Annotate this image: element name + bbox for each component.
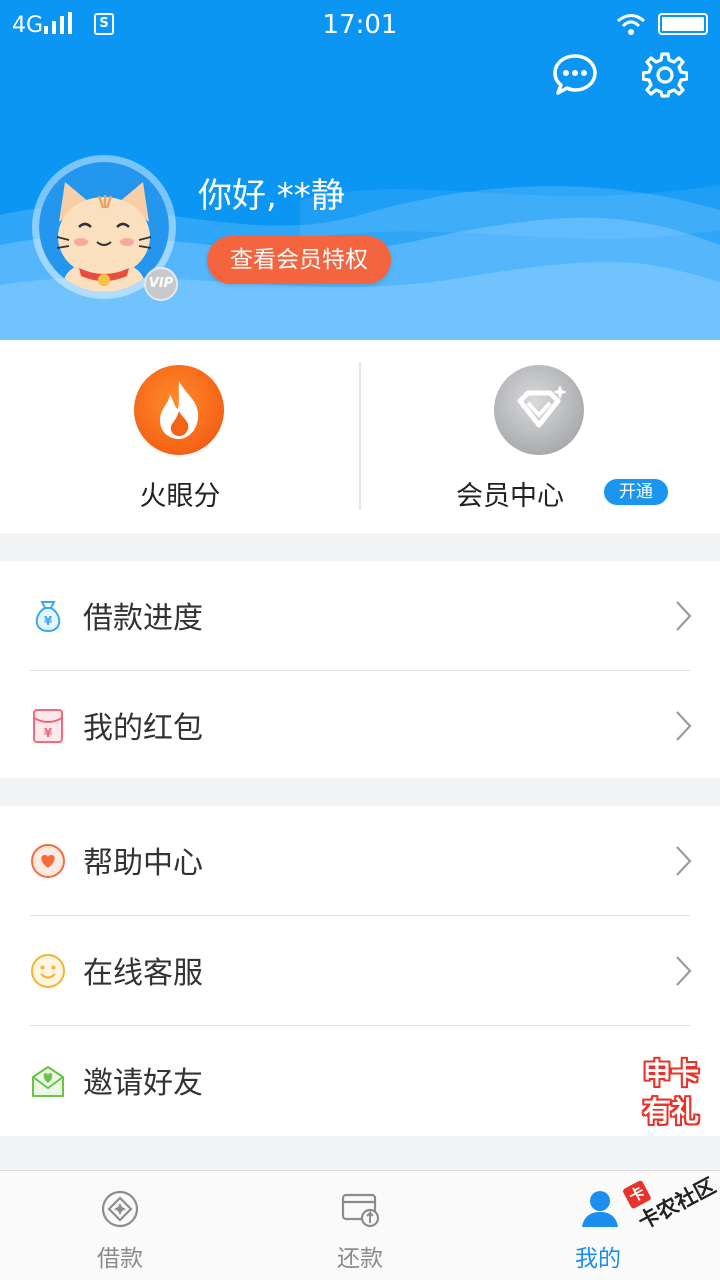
fire-icon [134, 365, 224, 455]
tab-label: 借款 [97, 1246, 143, 1272]
vip-badge: VIP [144, 267, 178, 301]
tab-label: 还款 [337, 1246, 383, 1272]
tab-label: 我的 [575, 1246, 621, 1272]
heart-icon [31, 844, 65, 878]
person-icon [582, 1191, 618, 1227]
promo-text-line1: 申卡 [642, 1057, 699, 1090]
view-member-privileges-button[interactable]: 查看会员特权 [207, 236, 391, 284]
card-application-promo-sticker[interactable]: 申卡 有礼 [634, 1050, 708, 1130]
menu-group-loans: ¥ 借款进度 ¥ 我的红包 [0, 561, 720, 778]
menu-item-online-service[interactable]: 在线客服 [0, 916, 720, 1026]
profile-header: 4G S 17:01 VIP 你好,**静 查看会员特权 [0, 0, 720, 340]
svg-text:¥: ¥ [44, 614, 53, 628]
message-icon[interactable] [552, 52, 598, 98]
wifi-icon [617, 14, 645, 35]
bottom-tab-bar: 借款 还款 我的 [0, 1170, 720, 1280]
card-repay-icon [341, 1193, 380, 1228]
activate-badge[interactable]: 开通 [604, 479, 668, 505]
smiley-icon [31, 954, 65, 988]
menu-item-loan-progress[interactable]: ¥ 借款进度 [0, 561, 720, 671]
battery-icon [658, 13, 708, 35]
tab-loan[interactable]: 借款 [0, 1171, 240, 1280]
chevron-right-icon [676, 956, 692, 986]
red-envelope-icon: ¥ [33, 709, 63, 743]
settings-gear-icon[interactable] [642, 52, 688, 98]
menu-item-invite-friends[interactable]: 邀请好友 [0, 1026, 720, 1136]
feature-divider [359, 362, 361, 510]
menu-group-support: 帮助中心 在线客服 邀请好友 [0, 806, 720, 1136]
chevron-right-icon [676, 711, 692, 741]
invite-envelope-icon [32, 1066, 64, 1097]
fire-score-entry[interactable]: 火眼分 [0, 340, 360, 533]
menu-item-red-envelope[interactable]: ¥ 我的红包 [0, 671, 720, 781]
menu-label: 邀请好友 [83, 1066, 203, 1101]
fire-score-label: 火眼分 [139, 481, 221, 512]
menu-label: 在线客服 [83, 956, 203, 991]
member-center-entry[interactable]: 会员中心 开通 [360, 340, 720, 533]
status-bar: 4G S 17:01 [0, 0, 720, 52]
chevron-right-icon [676, 601, 692, 631]
menu-label: 借款进度 [83, 601, 203, 636]
tab-repay[interactable]: 还款 [240, 1171, 480, 1280]
user-greeting: 你好,**静 [198, 176, 345, 216]
menu-label: 我的红包 [83, 711, 203, 746]
money-bag-icon: ¥ [35, 601, 61, 633]
promo-text-line2: 有礼 [642, 1095, 699, 1128]
svg-text:¥: ¥ [44, 726, 53, 740]
diamond-icon [494, 365, 584, 455]
menu-label: 帮助中心 [83, 846, 203, 881]
chevron-right-icon [676, 846, 692, 876]
loan-diamond-icon [101, 1190, 139, 1228]
status-time: 17:01 [322, 10, 398, 40]
menu-item-help-center[interactable]: 帮助中心 [0, 806, 720, 916]
